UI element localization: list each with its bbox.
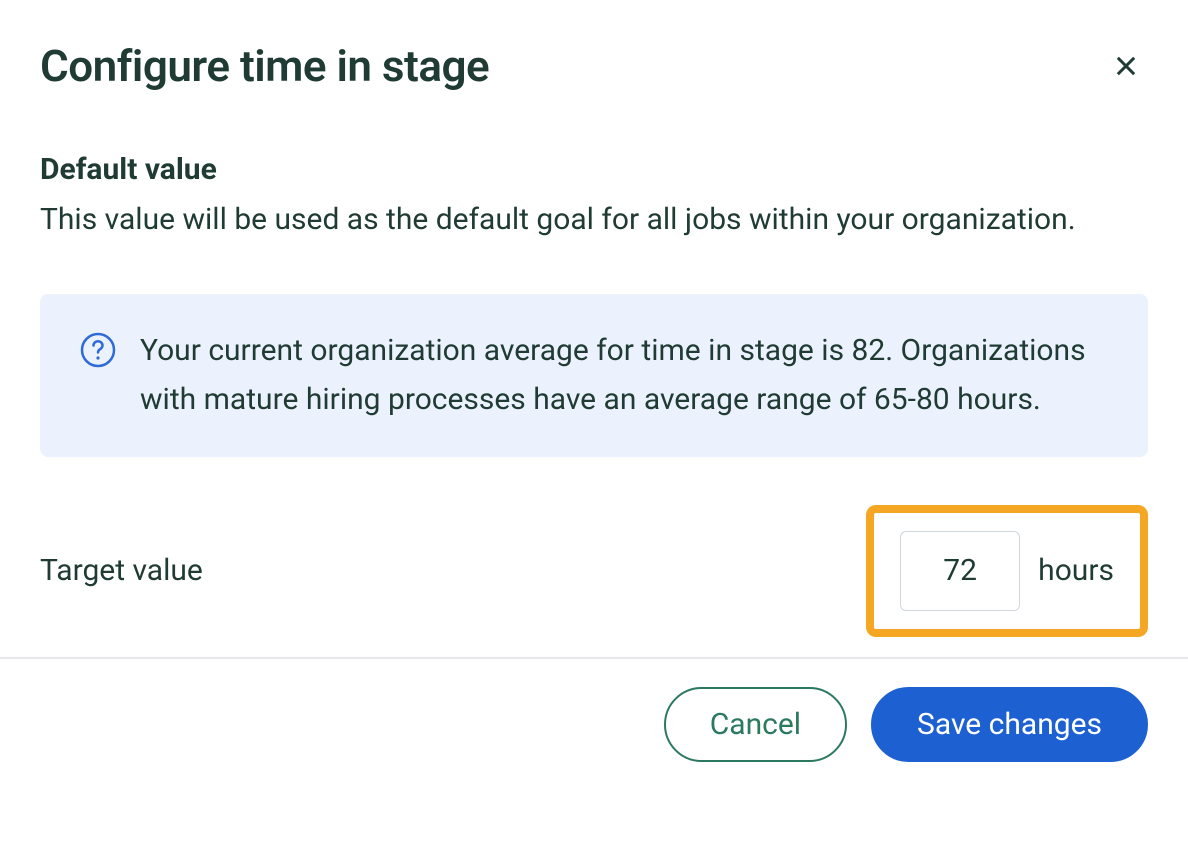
target-value-unit: hours [1038, 553, 1114, 588]
cancel-button[interactable]: Cancel [664, 687, 847, 762]
help-icon [80, 332, 116, 368]
section-description: This value will be used as the default g… [40, 197, 1148, 244]
configure-time-modal: Configure time in stage Default value Th… [0, 0, 1188, 657]
target-value-input[interactable] [900, 531, 1020, 611]
default-value-section: Default value This value will be used as… [40, 152, 1148, 244]
target-value-row: Target value hours [40, 505, 1148, 657]
close-button[interactable] [1104, 44, 1148, 88]
info-box: Your current organization average for ti… [40, 294, 1148, 457]
footer-divider [0, 657, 1188, 659]
info-text: Your current organization average for ti… [140, 326, 1108, 425]
modal-footer: Cancel Save changes [0, 657, 1188, 762]
modal-title: Configure time in stage [40, 40, 489, 92]
close-icon [1112, 52, 1140, 80]
target-value-highlight: hours [866, 505, 1148, 637]
modal-header: Configure time in stage [40, 40, 1148, 92]
save-button[interactable]: Save changes [871, 687, 1148, 762]
target-value-label: Target value [40, 553, 203, 588]
section-title: Default value [40, 152, 1148, 187]
